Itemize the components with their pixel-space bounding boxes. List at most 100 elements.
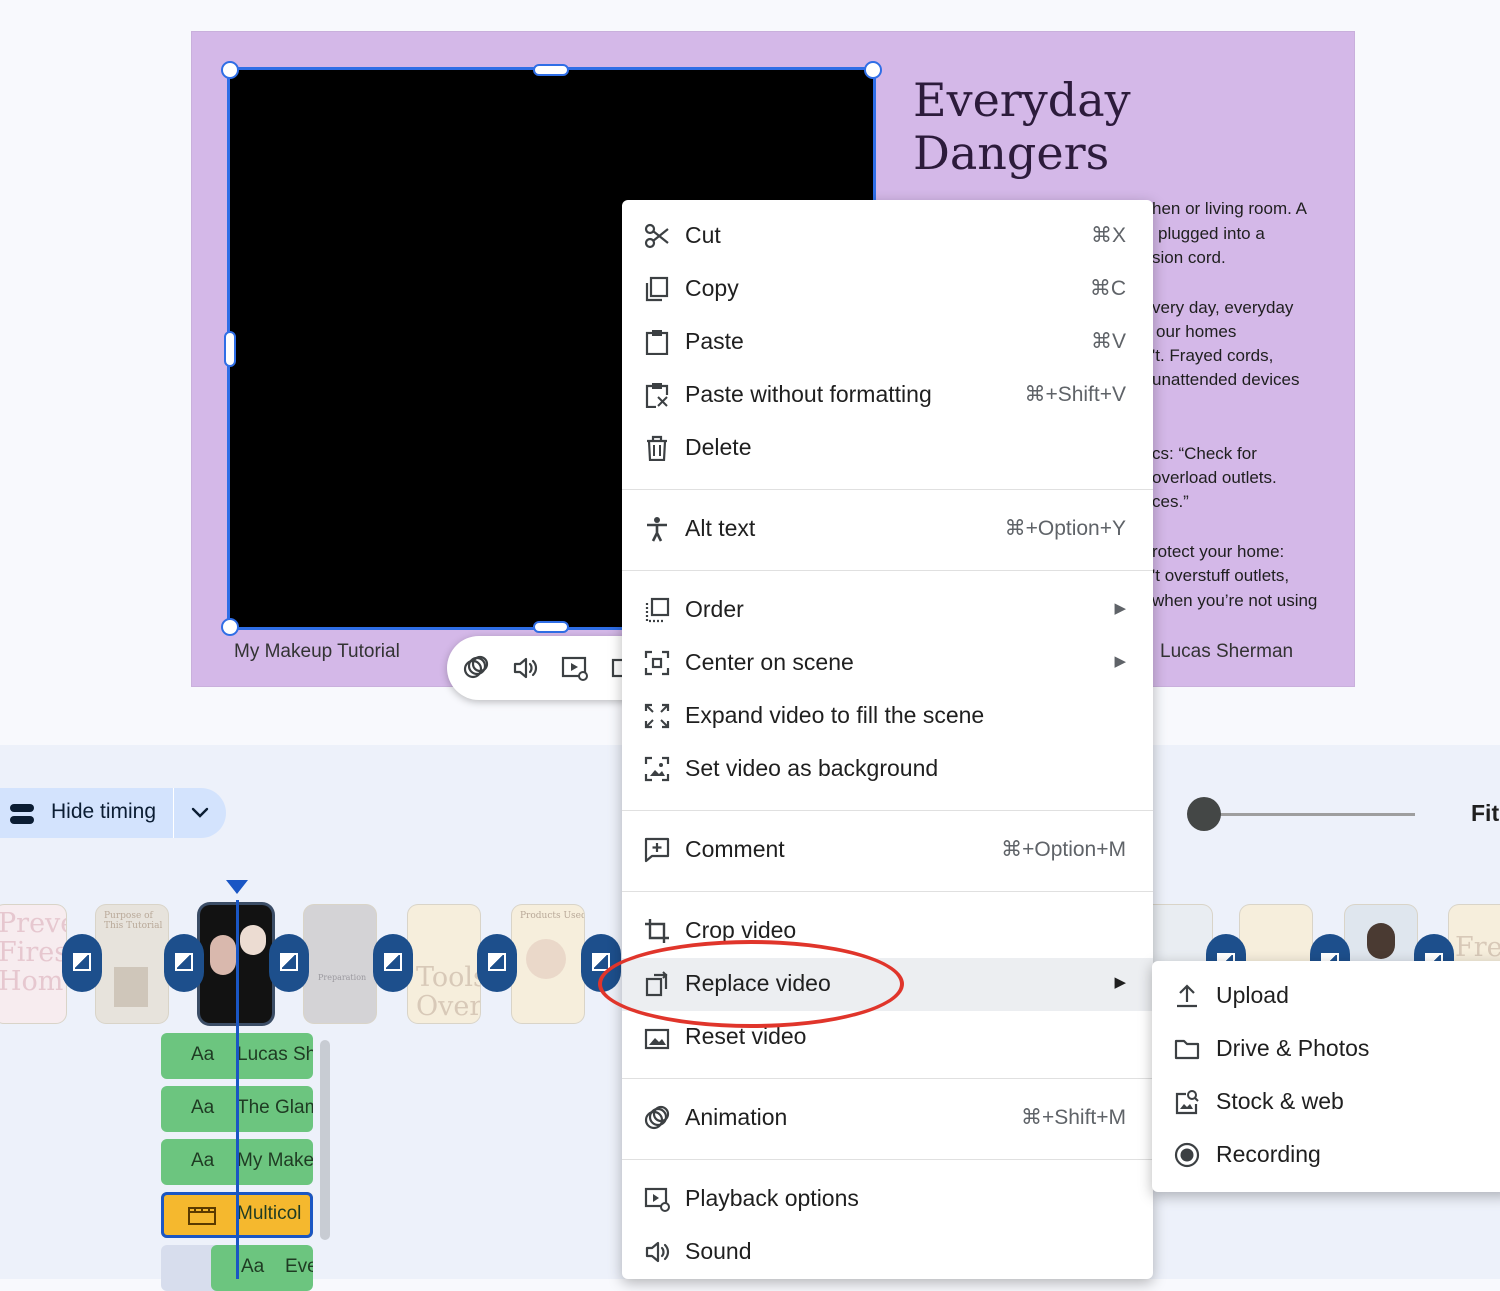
scene-thumbnail-text: Preve Fires Hom [0,908,66,997]
menu-item-label: Alt text [685,515,756,541]
scene-thumbnail[interactable]: Purpose of This Tutorial [96,905,168,1023]
clipboard-icon [644,329,670,355]
animation-icon[interactable] [462,654,490,682]
video-clip-icon [187,1204,217,1226]
scene-thumbnail[interactable]: Preparation [304,905,376,1023]
submenu-item-label: Stock & web [1216,1088,1344,1114]
annotation-highlight-oval [598,940,904,1028]
scene-thumbnail-text: Preparation [318,973,367,982]
menu-item-comment[interactable]: Comment ⌘+Option+M [622,824,1153,877]
zoom-slider-thumb[interactable] [1187,797,1221,831]
shortcut-label: ⌘+Shift+V [1024,383,1126,406]
scene-thumbnail-text: Purpose of This Tutorial [104,911,163,931]
menu-item-animation[interactable]: Animation ⌘+Shift+M [622,1092,1153,1145]
menu-separator [622,1159,1153,1160]
transition-button[interactable] [373,934,413,992]
menu-item-center-on-scene[interactable]: Center on scene ▶ [622,637,1153,690]
transition-button[interactable] [62,934,102,992]
background-image-icon [644,756,670,782]
scene-thumbnail-photo [526,939,566,979]
menu-item-label: Paste [685,328,744,354]
submenu-item-label: Recording [1216,1141,1321,1167]
menu-separator [622,1078,1153,1079]
resize-handle-left[interactable] [224,331,236,367]
chevron-down-icon[interactable] [190,805,210,821]
menu-item-set-as-background[interactable]: Set video as background [622,743,1153,796]
tracks-scrollbar[interactable] [320,1040,330,1240]
slide-title-line-2: Dangers [913,126,1110,180]
submenu-item-upload[interactable]: Upload [1152,970,1500,1023]
shortcut-label: ⌘X [1090,224,1126,247]
menu-item-label: Comment [685,836,785,862]
resize-handle-bottom[interactable] [533,621,569,633]
zoom-slider-track[interactable] [1205,813,1415,816]
transition-button[interactable] [164,934,204,992]
shortcut-label: ⌘+Shift+M [1020,1106,1126,1129]
slide-body-text: cs: “Check for [1152,444,1257,463]
scissors-icon [644,223,670,249]
resize-handle-top[interactable] [533,64,569,76]
menu-item-order[interactable]: Order ▶ [622,584,1153,637]
resize-handle-top-right[interactable] [864,61,882,79]
menu-separator [622,891,1153,892]
text-track-icon: Aa [241,1256,265,1277]
image-search-icon [1174,1089,1200,1115]
submenu-item-recording[interactable]: Recording [1152,1129,1500,1182]
menu-item-delete[interactable]: Delete [622,422,1153,475]
slide-body-text: when you’re not using [1152,591,1318,610]
shortcut-label: ⌘C [1089,277,1126,300]
menu-item-label: Sound [685,1238,752,1264]
menu-item-cut[interactable]: Cut ⌘X [622,210,1153,263]
scene-thumbnail[interactable]: Preve Fires Hom [0,905,66,1023]
menu-item-paste-without-formatting[interactable]: Paste without formatting ⌘+Shift+V [622,369,1153,422]
menu-item-label: Order [685,596,744,622]
menu-item-sound[interactable]: Sound [622,1226,1153,1279]
slide-body-text: plugged into a [1158,224,1265,243]
menu-item-label: Delete [685,434,752,460]
track-label: Lucas Sh [237,1044,313,1065]
slide-title: Everyday Dangers [913,74,1131,180]
sound-icon[interactable] [511,654,539,682]
playhead-line [236,900,239,1279]
menu-item-copy[interactable]: Copy ⌘C [622,263,1153,316]
clipboard-format-icon [644,382,670,408]
fit-button[interactable]: Fit [1471,800,1499,827]
folder-icon [1174,1036,1200,1062]
shortcut-label: ⌘+Option+M [1001,838,1126,861]
resize-handle-bottom-left[interactable] [221,618,239,636]
scene-thumbnail-text: Products Used [520,911,584,921]
transition-button[interactable] [269,934,309,992]
text-track-icon: Aa [191,1044,215,1065]
scene-thumbnail[interactable]: Tools Over [408,905,480,1023]
submenu-item-drive-photos[interactable]: Drive & Photos [1152,1023,1500,1076]
text-track-icon: Aa [191,1097,215,1118]
transition-button[interactable] [477,934,517,992]
playback-options-icon[interactable] [561,654,589,682]
order-icon [644,597,670,623]
menu-item-label: Animation [685,1104,788,1130]
slide-body-text: 't overstuff outlets, [1152,566,1290,585]
context-menu: Cut ⌘X Copy ⌘C Paste ⌘V Paste without fo… [622,200,1153,1279]
menu-item-expand-video[interactable]: Expand video to fill the scene [622,690,1153,743]
scene-thumbnail[interactable]: Products Used [512,905,584,1023]
hide-timing-button[interactable]: Hide timing [0,788,226,838]
scene-thumbnail-text: Tools Over [416,962,480,1022]
slide-body-text: 't. Frayed cords, [1152,346,1274,365]
menu-separator [622,810,1153,811]
expand-icon [644,703,670,729]
menu-item-playback-options[interactable]: Playback options [622,1173,1153,1226]
scene-thumbnail-text: Fre [1455,932,1500,963]
accessibility-icon [644,516,670,542]
split-divider [173,788,174,838]
menu-item-label: Playback options [685,1185,859,1211]
playhead-handle[interactable] [226,880,248,894]
menu-item-alt-text[interactable]: Alt text ⌘+Option+Y [622,503,1153,556]
resize-handle-top-left[interactable] [221,61,239,79]
menu-item-paste[interactable]: Paste ⌘V [622,316,1153,369]
submenu-item-label: Drive & Photos [1216,1035,1370,1061]
slide-body-text: rotect your home: [1152,542,1285,561]
menu-separator [622,570,1153,571]
track-label: Eve [285,1256,313,1277]
submenu-item-stock-web[interactable]: Stock & web [1152,1076,1500,1129]
reset-image-icon [644,1024,670,1050]
